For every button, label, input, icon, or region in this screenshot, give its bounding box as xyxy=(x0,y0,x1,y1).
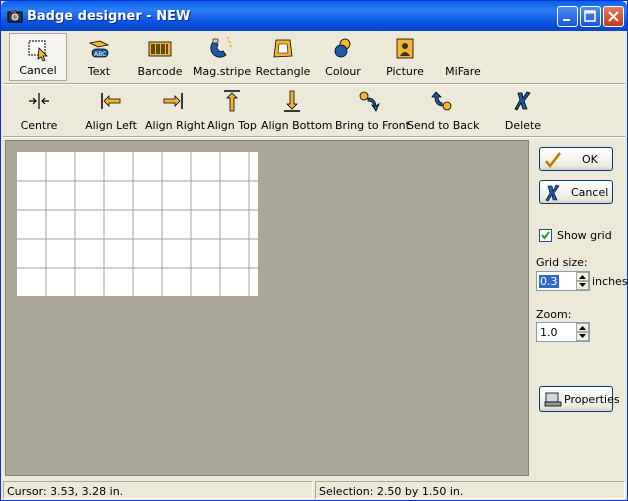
tool-align-right[interactable]: Align Right xyxy=(145,85,206,135)
tool-delete-label: Delete xyxy=(504,119,542,132)
tool-text[interactable]: ABC Text xyxy=(73,33,125,81)
minimize-icon xyxy=(563,19,570,21)
badge-designer-window: Badge designer - NEW Cancel ABC Text Bar… xyxy=(0,0,628,501)
tool-align-top-label: Align Top xyxy=(207,119,257,132)
bring-front-icon xyxy=(359,91,380,112)
maximize-button[interactable] xyxy=(580,6,601,27)
title-bar[interactable]: Badge designer - NEW xyxy=(1,1,627,31)
tool-rectangle-label: Rectangle xyxy=(255,65,311,78)
tool-align-top[interactable]: Align Top xyxy=(207,85,257,135)
window-title: Badge designer - NEW xyxy=(27,9,191,24)
picture-icon xyxy=(396,38,414,59)
tool-align-left-label: Align Left xyxy=(85,119,137,132)
tool-bring-to-front-label: Bring to Front xyxy=(335,119,410,132)
spin-down-icon[interactable] xyxy=(576,281,589,290)
tool-bring-to-front[interactable]: Bring to Front xyxy=(335,85,410,135)
tool-centre[interactable]: Centre xyxy=(13,85,65,135)
status-cursor-text: Cursor: 3.53, 3.28 in. xyxy=(7,485,124,498)
colour-icon xyxy=(334,38,351,58)
select-cancel-icon xyxy=(28,40,48,62)
show-grid-label[interactable]: Show grid xyxy=(557,229,612,242)
status-selection: Selection: 2.50 by 1.50 in. xyxy=(315,481,625,499)
minimize-button[interactable] xyxy=(557,6,578,27)
tool-centre-label: Centre xyxy=(20,119,58,132)
properties-icon xyxy=(544,392,562,407)
centre-icon xyxy=(29,93,49,109)
ok-label: OK xyxy=(582,153,598,166)
show-grid-checkbox[interactable] xyxy=(539,229,552,242)
tool-send-to-back-label: Send to Back xyxy=(407,119,480,132)
spin-up-icon[interactable] xyxy=(576,323,589,332)
cancel-label: Cancel xyxy=(571,186,609,199)
status-selection-text: Selection: 2.50 by 1.50 in. xyxy=(319,485,464,498)
tool-mifare[interactable]: MiFare xyxy=(441,33,485,81)
grid-size-value[interactable]: 0.3 xyxy=(539,275,559,288)
status-cursor: Cursor: 3.53, 3.28 in. xyxy=(3,481,313,499)
tool-picture-label: Picture xyxy=(386,65,424,78)
toolbar-separator xyxy=(3,136,625,138)
grid-size-stepper[interactable]: 0.3 xyxy=(536,271,590,291)
status-bar: Cursor: 3.53, 3.28 in. Selection: 2.50 b… xyxy=(3,480,625,500)
close-button[interactable] xyxy=(603,6,624,27)
alignment-toolbar: Centre Align Left Align Right Align Top xyxy=(5,85,625,135)
rectangle-icon xyxy=(273,39,293,58)
zoom-stepper[interactable]: 1.0 xyxy=(536,322,590,342)
tool-align-right-label: Align Right xyxy=(145,119,206,132)
tool-delete[interactable]: Delete xyxy=(499,85,547,135)
design-canvas[interactable] xyxy=(5,140,529,476)
object-toolbar: Cancel ABC Text Barcode Mag.stripe Recta… xyxy=(5,33,625,81)
ok-button[interactable]: OK xyxy=(539,147,613,171)
tool-align-bottom-label: Align Bottom xyxy=(261,119,333,132)
tool-cancel-label: Cancel xyxy=(19,64,57,77)
tool-magstripe[interactable]: Mag.stripe xyxy=(193,33,252,81)
magnet-icon xyxy=(210,37,232,58)
text-icon: ABC xyxy=(88,40,110,58)
tool-rectangle[interactable]: Rectangle xyxy=(255,33,311,81)
svg-text:ABC: ABC xyxy=(94,51,106,58)
align-bottom-icon xyxy=(284,90,300,112)
delete-icon xyxy=(514,91,531,111)
tool-align-bottom[interactable]: Align Bottom xyxy=(261,85,333,135)
align-right-icon xyxy=(163,93,183,109)
tool-magstripe-label: Mag.stripe xyxy=(193,65,252,78)
app-camera-icon xyxy=(7,10,23,23)
align-left-icon xyxy=(101,93,121,109)
properties-label: Properties xyxy=(564,393,620,406)
tool-mifare-label: MiFare xyxy=(445,65,481,78)
barcode-icon xyxy=(148,41,172,57)
tool-barcode-label: Barcode xyxy=(137,65,183,78)
tool-picture[interactable]: Picture xyxy=(381,33,429,81)
settings-panel: OK Cancel Show grid Grid size: 0.3 inche… xyxy=(531,140,628,476)
maximize-icon xyxy=(584,10,596,22)
spin-down-icon[interactable] xyxy=(576,332,589,341)
tool-colour[interactable]: Colour xyxy=(321,33,365,81)
checkmark-icon xyxy=(544,152,562,169)
grid-size-unit: inches xyxy=(592,275,628,288)
tool-align-left[interactable]: Align Left xyxy=(85,85,137,135)
badge-card[interactable] xyxy=(17,152,258,296)
zoom-spin-arrows[interactable] xyxy=(576,323,589,341)
zoom-label: Zoom: xyxy=(536,308,572,321)
badge-grid xyxy=(17,152,258,296)
properties-button[interactable]: Properties xyxy=(539,386,620,412)
align-top-icon xyxy=(224,90,240,112)
cancel-button[interactable]: Cancel xyxy=(539,180,613,204)
grid-size-spin-arrows[interactable] xyxy=(576,272,589,290)
close-icon xyxy=(608,11,619,22)
zoom-value[interactable]: 1.0 xyxy=(539,326,559,339)
spin-up-icon[interactable] xyxy=(576,272,589,281)
tool-barcode[interactable]: Barcode xyxy=(133,33,187,81)
tool-colour-label: Colour xyxy=(325,65,361,78)
grid-size-label: Grid size: xyxy=(536,256,588,269)
check-icon xyxy=(541,231,550,240)
tool-send-to-back[interactable]: Send to Back xyxy=(407,85,480,135)
tool-text-label: Text xyxy=(87,65,111,78)
tool-cancel[interactable]: Cancel xyxy=(9,33,67,81)
send-back-icon xyxy=(431,91,452,111)
cancel-x-icon xyxy=(545,184,560,202)
